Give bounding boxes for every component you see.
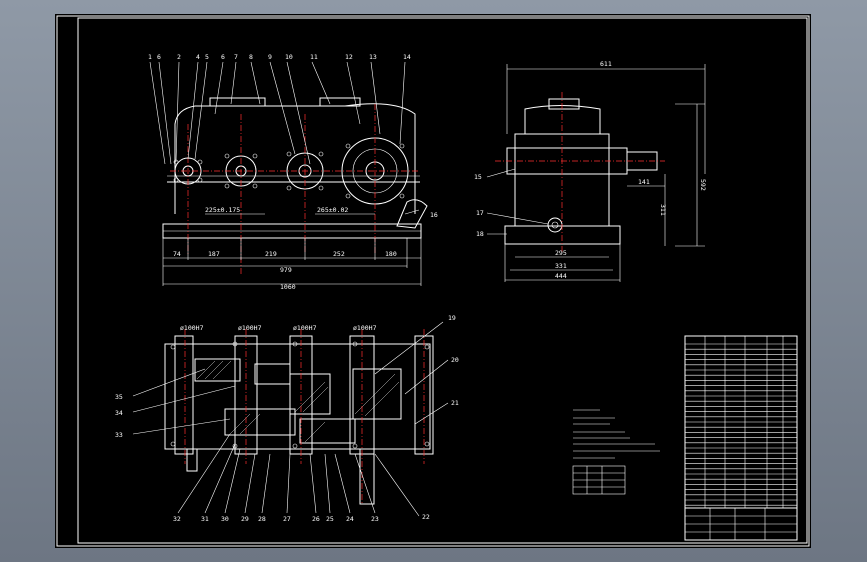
side-dimensions [504, 64, 706, 282]
balloon-top-10: 10 [285, 53, 293, 61]
dim-219: 219 [265, 250, 277, 258]
drawing-sheet: 74 187 219 252 180 979 1060 225±0.175 26… [55, 14, 811, 548]
side-view: 611 592 311 141 295 331 444 15 17 18 [474, 60, 707, 282]
balloon-bottom-25: 25 [326, 515, 334, 523]
fit-2: ø100H7 [238, 324, 262, 332]
dim-979: 979 [280, 266, 292, 274]
dim-295: 295 [555, 249, 567, 257]
dim-187: 187 [208, 250, 220, 258]
dim-252: 252 [333, 250, 345, 258]
dim-265: 265±0.02 [317, 206, 348, 214]
balloon-16: 16 [430, 211, 438, 219]
dim-225: 225±0.175 [205, 206, 240, 214]
balloon-top-2: 2 [177, 53, 181, 61]
balloon-top-6: 6 [157, 53, 161, 61]
balloon-bottom-24: 24 [346, 515, 354, 523]
dim-180: 180 [385, 250, 397, 258]
balloon-bottom-28: 28 [258, 515, 266, 523]
cad-viewport[interactable]: 74 187 219 252 180 979 1060 225±0.175 26… [0, 0, 867, 562]
balloon-bottom-30: 30 [221, 515, 229, 523]
balloon-bottom-31: 31 [201, 515, 209, 523]
balloon-bottom-26: 26 [312, 515, 320, 523]
dim-444: 444 [555, 272, 567, 280]
balloon-top-11: 11 [310, 53, 318, 61]
balloon-19: 19 [448, 314, 456, 322]
balloon-top-4: 4 [196, 53, 200, 61]
dim-592: 592 [699, 179, 707, 191]
fit-1: ø100H7 [180, 324, 204, 332]
gearbox-drawing: 74 187 219 252 180 979 1060 225±0.175 26… [56, 15, 810, 547]
balloon-top-5: 5 [205, 53, 209, 61]
front-dimensions [162, 213, 422, 286]
balloon-22: 22 [422, 513, 430, 521]
balloon-bottom-32: 32 [173, 515, 181, 523]
balloon-34: 34 [115, 409, 123, 417]
balloons-bottom: 32 31 30 29 28 27 26 25 24 23 [173, 515, 379, 523]
dim-311: 311 [659, 204, 667, 216]
balloon-bottom-23: 23 [371, 515, 379, 523]
parts-list [684, 335, 798, 509]
balloon-top-1: 1 [148, 53, 152, 61]
balloons-top: 1 6 2 4 5 6 7 8 9 10 11 12 13 14 [148, 53, 411, 61]
balloon-21: 21 [451, 399, 459, 407]
fit-4: ø100H7 [353, 324, 377, 332]
front-view: 74 187 219 252 180 979 1060 225±0.175 26… [148, 53, 438, 291]
balloon-bottom-27: 27 [283, 515, 291, 523]
dim-74: 74 [173, 250, 181, 258]
balloon-17: 17 [476, 209, 484, 217]
fit-3: ø100H7 [293, 324, 317, 332]
balloon-15: 15 [474, 173, 482, 181]
dim-611: 611 [600, 60, 612, 68]
balloon-top-6: 6 [221, 53, 225, 61]
balloon-top-9: 9 [268, 53, 272, 61]
balloon-35: 35 [115, 393, 123, 401]
balloon-top-7: 7 [234, 53, 238, 61]
balloon-20: 20 [451, 356, 459, 364]
technical-notes [572, 409, 660, 495]
balloon-top-14: 14 [403, 53, 411, 61]
balloon-top-12: 12 [345, 53, 353, 61]
balloon-bottom-29: 29 [241, 515, 249, 523]
balloon-top-8: 8 [249, 53, 253, 61]
side-base [504, 225, 621, 245]
balloon-top-13: 13 [369, 53, 377, 61]
balloon-18: 18 [476, 230, 484, 238]
outer-frame [56, 15, 810, 547]
dim-141: 141 [638, 178, 650, 186]
dim-331: 331 [555, 262, 567, 270]
title-block [684, 507, 798, 541]
dim-1060: 1060 [280, 283, 296, 291]
plan-section-view: ø100H7 ø100H7 ø100H7 ø100H7 19 20 21 22 … [115, 314, 459, 523]
balloon-33: 33 [115, 431, 123, 439]
